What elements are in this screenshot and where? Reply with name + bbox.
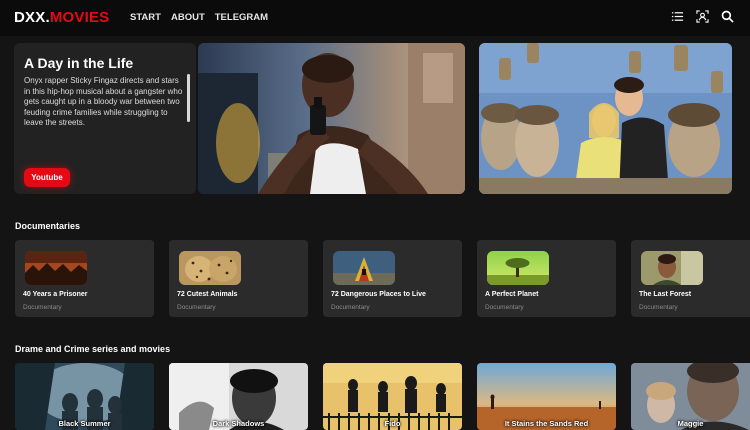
poster-2[interactable]: Dark Shadows (169, 363, 308, 430)
youtube-button[interactable]: Youtube (24, 168, 70, 187)
header-icons (671, 10, 734, 23)
doc-card-2[interactable]: 72 Cutest Animals Documentary (169, 240, 308, 317)
poster-title: It Stains the Sands Red (504, 419, 589, 428)
poster-4[interactable]: It Stains the Sands Red (477, 363, 616, 430)
doc-card-5[interactable]: The Last Forest Documentary (631, 240, 750, 317)
poster-title: Dark Shadows (212, 419, 265, 428)
doc-thumb (487, 251, 549, 285)
logo-part-2: MOVIES (49, 9, 110, 26)
main-nav: START ABOUT TELEGRAM (130, 12, 268, 23)
doc-category: Documentary (639, 304, 678, 311)
poster-1[interactable]: Black Summer (15, 363, 154, 430)
hero-description: Onyx rapper Sticky Fingaz directs and st… (24, 76, 183, 128)
poster-title: Maggie (677, 419, 704, 428)
logo-part-1: DXX. (14, 9, 50, 26)
doc-category: Documentary (23, 304, 62, 311)
poster-title: Black Summer (58, 419, 111, 428)
hero-title: A Day in the Life (24, 55, 134, 71)
nav-about[interactable]: ABOUT (171, 12, 205, 23)
doc-card-3[interactable]: 72 Dangerous Places to Live Documentary (323, 240, 462, 317)
doc-category: Documentary (177, 304, 216, 311)
doc-name: 72 Cutest Animals (177, 291, 238, 298)
doc-category: Documentary (331, 304, 370, 311)
hero-description-scrollbar[interactable] (187, 74, 190, 122)
poster-3[interactable]: Fido (323, 363, 462, 430)
doc-thumb (641, 251, 703, 285)
doc-category: Documentary (485, 304, 524, 311)
list-icon[interactable] (671, 10, 684, 23)
doc-name: 40 Years a Prisoner (23, 291, 88, 298)
doc-name: A Perfect Planet (485, 291, 539, 298)
hero-image-puppets[interactable] (479, 43, 732, 194)
doc-thumb (333, 251, 395, 285)
nav-start[interactable]: START (130, 12, 161, 23)
site-logo[interactable]: DXX.MOVIES (14, 9, 109, 26)
profile-icon[interactable] (696, 10, 709, 23)
doc-card-1[interactable]: 40 Years a Prisoner Documentary (15, 240, 154, 317)
drama-title: Drame and Crime series and movies (15, 344, 171, 354)
doc-name: 72 Dangerous Places to Live (331, 291, 426, 298)
doc-name: The Last Forest (639, 291, 692, 298)
poster-5[interactable]: Maggie (631, 363, 750, 430)
nav-telegram[interactable]: TELEGRAM (215, 12, 268, 23)
doc-thumb (25, 251, 87, 285)
documentaries-title: Documentaries (15, 221, 81, 231)
doc-thumb (179, 251, 241, 285)
top-header: DXX.MOVIES START ABOUT TELEGRAM (0, 0, 750, 36)
hero-image-gunman[interactable] (198, 43, 465, 194)
doc-card-4[interactable]: A Perfect Planet Documentary (477, 240, 616, 317)
poster-title: Fido (384, 419, 401, 428)
search-icon[interactable] (721, 10, 734, 23)
